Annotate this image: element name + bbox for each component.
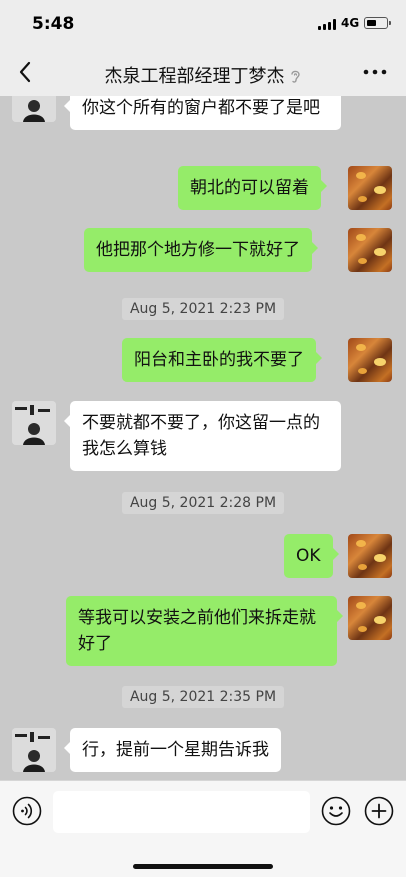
my-avatar[interactable]	[348, 166, 392, 210]
message-bubble-friend[interactable]: 你这个所有的窗户都不要了是吧	[64, 96, 341, 130]
chat-header: 杰泉工程部经理丁梦杰	[0, 48, 406, 96]
my-avatar[interactable]	[348, 596, 392, 640]
friend-avatar[interactable]	[12, 401, 56, 445]
message-text: 你这个所有的窗户都不要了是吧	[82, 98, 320, 118]
back-button[interactable]	[14, 58, 40, 86]
status-time: 5:48	[32, 14, 75, 34]
chat-area[interactable]: 你这个所有的窗户都不要了是吧 朝北的可以留着 他把那个地方修一下就好了 Aug …	[0, 96, 406, 780]
message-input[interactable]	[53, 791, 310, 833]
chevron-left-icon	[19, 61, 31, 83]
friend-avatar[interactable]	[12, 728, 56, 772]
chat-title: 杰泉工程部经理丁梦杰	[70, 62, 336, 88]
message-timestamp: Aug 5, 2021 2:23 PM	[0, 298, 406, 320]
message-timestamp: Aug 5, 2021 2:35 PM	[0, 686, 406, 708]
network-label: 4G	[341, 16, 360, 30]
more-button[interactable]	[360, 60, 390, 84]
message-text: 行，提前一个星期告诉我	[82, 740, 269, 760]
message-timestamp: Aug 5, 2021 2:28 PM	[0, 492, 406, 514]
status-bar: 5:48 4G	[0, 0, 406, 48]
ear-icon	[290, 70, 300, 83]
home-indicator	[133, 864, 273, 869]
voice-button[interactable]	[12, 796, 42, 826]
message-bubble-friend[interactable]: 行，提前一个星期告诉我	[64, 728, 281, 772]
message-text: OK	[296, 546, 321, 566]
input-bar	[0, 780, 406, 877]
chat-title-text: 杰泉工程部经理丁梦杰	[104, 66, 285, 87]
my-avatar[interactable]	[348, 338, 392, 382]
message-bubble-self[interactable]: 阳台和主卧的我不要了	[122, 338, 322, 382]
voice-icon	[12, 796, 42, 826]
message-text: 不要就都不要了，你这留一点的我怎么算钱	[82, 413, 320, 459]
more-dots-icon	[363, 69, 387, 75]
signal-icon	[318, 19, 336, 30]
message-bubble-self[interactable]: 朝北的可以留着	[178, 166, 327, 210]
my-avatar[interactable]	[348, 534, 392, 578]
message-bubble-self[interactable]: OK	[284, 534, 339, 578]
my-avatar[interactable]	[348, 228, 392, 272]
message-bubble-self[interactable]: 等我可以安装之前他们来拆走就好了	[66, 596, 343, 666]
emoji-button[interactable]	[321, 796, 351, 826]
message-text: 朝北的可以留着	[190, 178, 309, 198]
message-text: 等我可以安装之前他们来拆走就好了	[78, 608, 316, 654]
message-text: 他把那个地方修一下就好了	[96, 240, 300, 260]
friend-avatar[interactable]	[12, 96, 56, 122]
message-bubble-self[interactable]: 他把那个地方修一下就好了	[84, 228, 318, 272]
message-bubble-friend[interactable]: 不要就都不要了，你这留一点的我怎么算钱	[64, 401, 341, 471]
emoji-icon	[321, 796, 351, 826]
plus-icon	[364, 796, 394, 826]
battery-icon	[364, 17, 391, 29]
plus-button[interactable]	[364, 796, 394, 826]
message-text: 阳台和主卧的我不要了	[134, 350, 304, 370]
